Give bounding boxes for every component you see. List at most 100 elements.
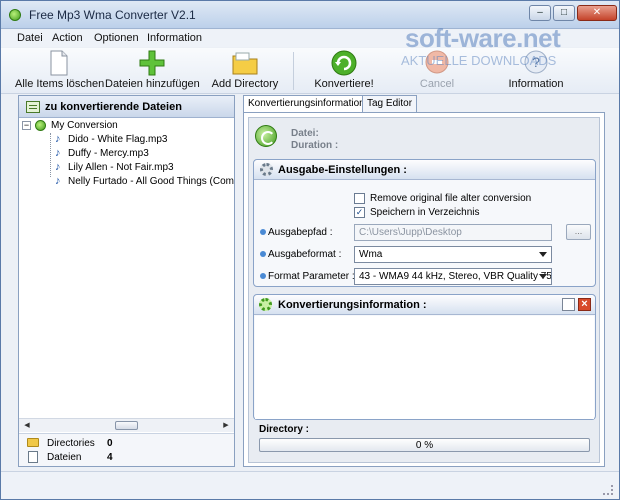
bullet-icon (260, 273, 266, 279)
menu-information[interactable]: Information (147, 32, 202, 44)
conversion-info-group: Konvertierungsinformation : × (253, 294, 596, 420)
add-directory-button[interactable]: Add Directory (207, 48, 283, 93)
convert-button[interactable]: Konvertiere! (307, 48, 381, 93)
refresh-icon (255, 125, 277, 147)
output-settings-title: Ausgabe-Einstellungen : (278, 164, 407, 176)
scroll-right-icon[interactable]: ▶ (219, 420, 233, 431)
tree-file-item[interactable]: ♪ Dido - White Flag.mp3 (19, 134, 234, 147)
close-icon[interactable]: × (578, 298, 591, 311)
music-file-icon (28, 451, 38, 463)
output-settings-header: Ausgabe-Einstellungen : (254, 160, 595, 180)
conversion-panel: Datei: Duration : Ausgabe-Einstellungen … (243, 112, 605, 467)
save-in-directory-checkbox[interactable]: ✓ (354, 207, 365, 218)
tab-tag-editor[interactable]: Tag Editor (362, 95, 418, 113)
remove-original-checkbox[interactable] (354, 193, 365, 204)
conversion-log (255, 316, 594, 419)
folder-icon (27, 438, 39, 447)
format-params-row: Format Parameter : 43 - WMA9 44 kHz, Ste… (260, 268, 590, 286)
tree-file-item[interactable]: ♪ Nelly Furtado - All Good Things (Come … (19, 176, 234, 189)
duration-label: Duration : (291, 140, 339, 151)
chevron-down-icon (539, 252, 547, 257)
music-note-icon: ♪ (55, 176, 61, 187)
file-list-panel: zu konvertierende Dateien − My Conversio… (18, 95, 235, 467)
clear-log-icon[interactable] (562, 298, 575, 311)
tree-root[interactable]: − My Conversion (19, 120, 234, 133)
music-note-icon: ♪ (55, 161, 61, 173)
bullet-icon (260, 229, 266, 235)
file-name: Lily Allen - Not Fair.mp3 (68, 162, 174, 173)
close-button[interactable]: ✕ (577, 5, 617, 21)
files-stat: Dateien 4 (25, 451, 225, 465)
files-count: 4 (107, 452, 113, 463)
cancel-label: Cancel (419, 78, 455, 90)
list-icon (26, 101, 40, 113)
convert-label: Konvertiere! (314, 78, 374, 90)
conversion-info-header: Konvertierungsinformation : × (254, 295, 595, 315)
directories-stat: Directories 0 (25, 437, 225, 451)
blank-page-icon (50, 50, 68, 76)
file-list-title: zu konvertierende Dateien (45, 101, 182, 113)
file-list-header: zu konvertierende Dateien (19, 96, 234, 118)
scroll-left-icon[interactable]: ◀ (20, 420, 34, 431)
files-label: Dateien (47, 452, 82, 463)
menu-optionen[interactable]: Optionen (94, 32, 139, 44)
conversion-icon (35, 120, 46, 131)
menu-datei[interactable]: Datei (17, 32, 43, 44)
directory-label: Directory : (259, 424, 310, 435)
add-directory-label: Add Directory (211, 78, 279, 90)
directories-count: 0 (107, 438, 113, 449)
folder-icon (232, 52, 258, 75)
music-note-icon: ♪ (55, 147, 61, 159)
file-name: Nelly Furtado - All Good Things (Come To (68, 176, 234, 187)
format-params-label: Format Parameter : (268, 271, 355, 282)
remove-original-label: Remove original file alter conversion (370, 193, 532, 204)
collapse-icon[interactable]: − (22, 121, 31, 130)
watermark-logo: soft-ware.net (405, 23, 561, 53)
conversion-panel-inner: Datei: Duration : Ausgabe-Einstellungen … (248, 117, 600, 463)
resize-grip-icon[interactable] (603, 485, 613, 495)
status-bar (1, 471, 619, 499)
output-format-label: Ausgabeformat : (268, 249, 342, 260)
add-files-label: Dateien hinzufügen (105, 78, 200, 90)
file-info: Datei: Duration : (253, 122, 596, 154)
output-format-row: Ausgabeformat : Wma (260, 246, 590, 264)
file-label: Datei: (291, 128, 319, 139)
directories-label: Directories (47, 438, 95, 449)
output-settings-group: Ausgabe-Einstellungen : Remove original … (253, 159, 596, 287)
minimize-button[interactable]: – (529, 5, 551, 21)
scroll-thumb[interactable] (115, 421, 138, 430)
format-params-value: 43 - WMA9 44 kHz, Stereo, VBR Quality 75 (359, 271, 552, 282)
gear-icon (260, 163, 273, 176)
toolbar-separator (293, 52, 294, 90)
gear-icon (259, 298, 272, 311)
music-note-icon: ♪ (55, 133, 61, 145)
output-format-select[interactable]: Wma (354, 246, 552, 263)
tree-root-label: My Conversion (51, 120, 118, 131)
clear-all-button[interactable]: Alle Items löschen (15, 48, 104, 93)
progress-text: 0 % (415, 440, 434, 451)
information-label: Information (508, 78, 564, 90)
output-format-value: Wma (359, 249, 383, 260)
plus-icon (139, 50, 165, 76)
conversion-info-title: Konvertierungsinformation : (278, 299, 427, 311)
browse-button[interactable]: ... (566, 224, 591, 240)
stats-area: Directories 0 Dateien 4 (19, 433, 234, 466)
save-in-directory-label: Speichern in Verzeichnis (370, 207, 480, 218)
output-path-input[interactable] (354, 224, 552, 241)
app-logo-icon (9, 9, 21, 21)
file-name: Dido - White Flag.mp3 (68, 134, 168, 145)
maximize-button[interactable]: □ (553, 5, 575, 21)
add-files-button[interactable]: Dateien hinzufügen (105, 48, 200, 93)
tree-file-item[interactable]: ♪ Duffy - Mercy.mp3 (19, 148, 234, 161)
tree-file-item[interactable]: ♪ Lily Allen - Not Fair.mp3 (19, 162, 234, 175)
output-path-label: Ausgabepfad : (268, 227, 333, 238)
horizontal-scrollbar[interactable]: ◀ ▶ (19, 418, 234, 432)
window-title: Free Mp3 Wma Converter V2.1 (29, 8, 196, 22)
chevron-down-icon (539, 274, 547, 279)
format-params-select[interactable]: 43 - WMA9 44 kHz, Stereo, VBR Quality 75 (354, 268, 552, 285)
file-name: Duffy - Mercy.mp3 (68, 148, 149, 159)
bullet-icon (260, 251, 266, 257)
menu-action[interactable]: Action (52, 32, 83, 44)
app-window: Free Mp3 Wma Converter V2.1 – □ ✕ Datei … (0, 0, 620, 500)
watermark-subtitle: AKTUELLE DOWNLOADS (401, 53, 557, 68)
